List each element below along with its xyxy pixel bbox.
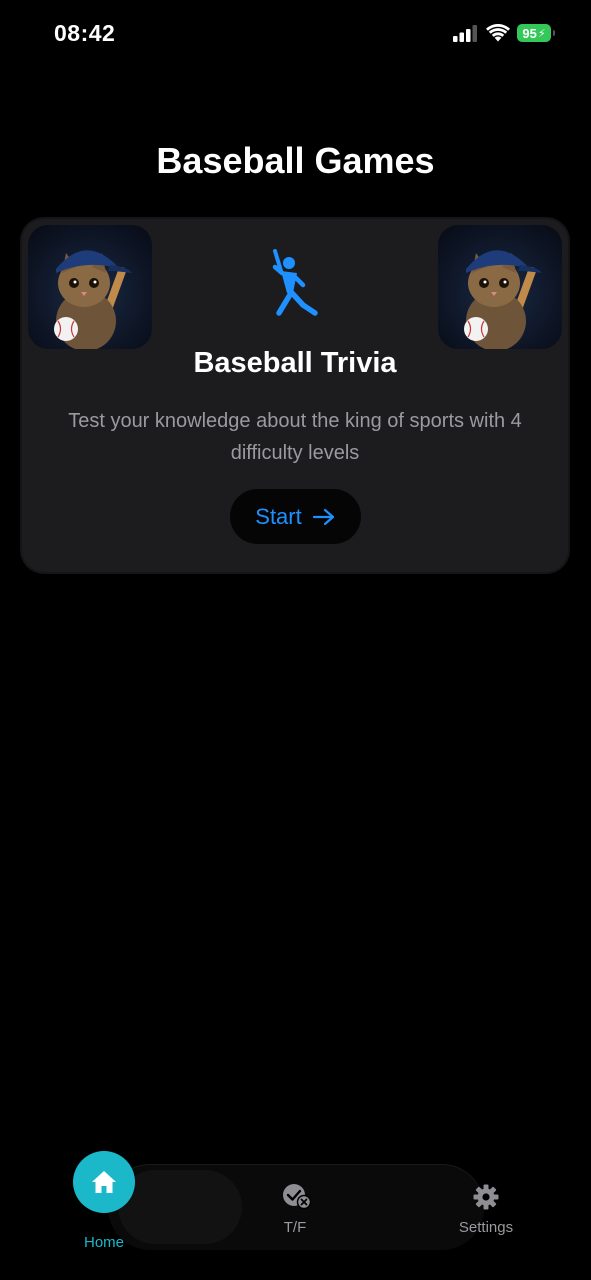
tab-home-label[interactable]: Home <box>64 1234 144 1251</box>
baseball-batter-icon <box>272 249 318 316</box>
cellular-signal-icon <box>453 25 477 42</box>
tab-bar-highlight <box>118 1170 242 1244</box>
battery-icon: 95 ⚡ <box>517 24 555 42</box>
game-card-baseball-trivia[interactable]: Baseball Trivia Test your knowledge abou… <box>22 219 568 572</box>
cat-baseball-image <box>438 225 562 349</box>
charging-bolt-icon: ⚡ <box>537 27 546 40</box>
card-title: Baseball Trivia <box>193 347 397 379</box>
cat-baseball-image <box>28 225 152 349</box>
tab-settings[interactable]: Settings <box>446 1183 526 1243</box>
status-time: 08:42 <box>54 20 116 46</box>
house-icon <box>92 1171 116 1193</box>
battery-level: 95 <box>522 25 537 41</box>
gear-icon <box>473 1184 499 1210</box>
start-button[interactable]: Start <box>230 489 361 544</box>
arrow-right-icon <box>312 508 334 525</box>
start-button-label: Start <box>255 503 302 529</box>
tab-home-button[interactable] <box>73 1151 135 1213</box>
status-icons: 95 ⚡ <box>453 22 555 44</box>
page-title: Baseball Games <box>156 140 435 181</box>
tab-tf[interactable]: T/F <box>265 1183 325 1243</box>
card-description: Test your knowledge about the king of sp… <box>68 410 522 464</box>
tab-tf-label: T/F <box>283 1219 307 1236</box>
tab-settings-label: Settings <box>458 1219 514 1236</box>
wifi-icon <box>486 24 510 42</box>
status-bar: 08:42 95 ⚡ <box>0 0 591 70</box>
check-cross-icon <box>283 1184 312 1210</box>
